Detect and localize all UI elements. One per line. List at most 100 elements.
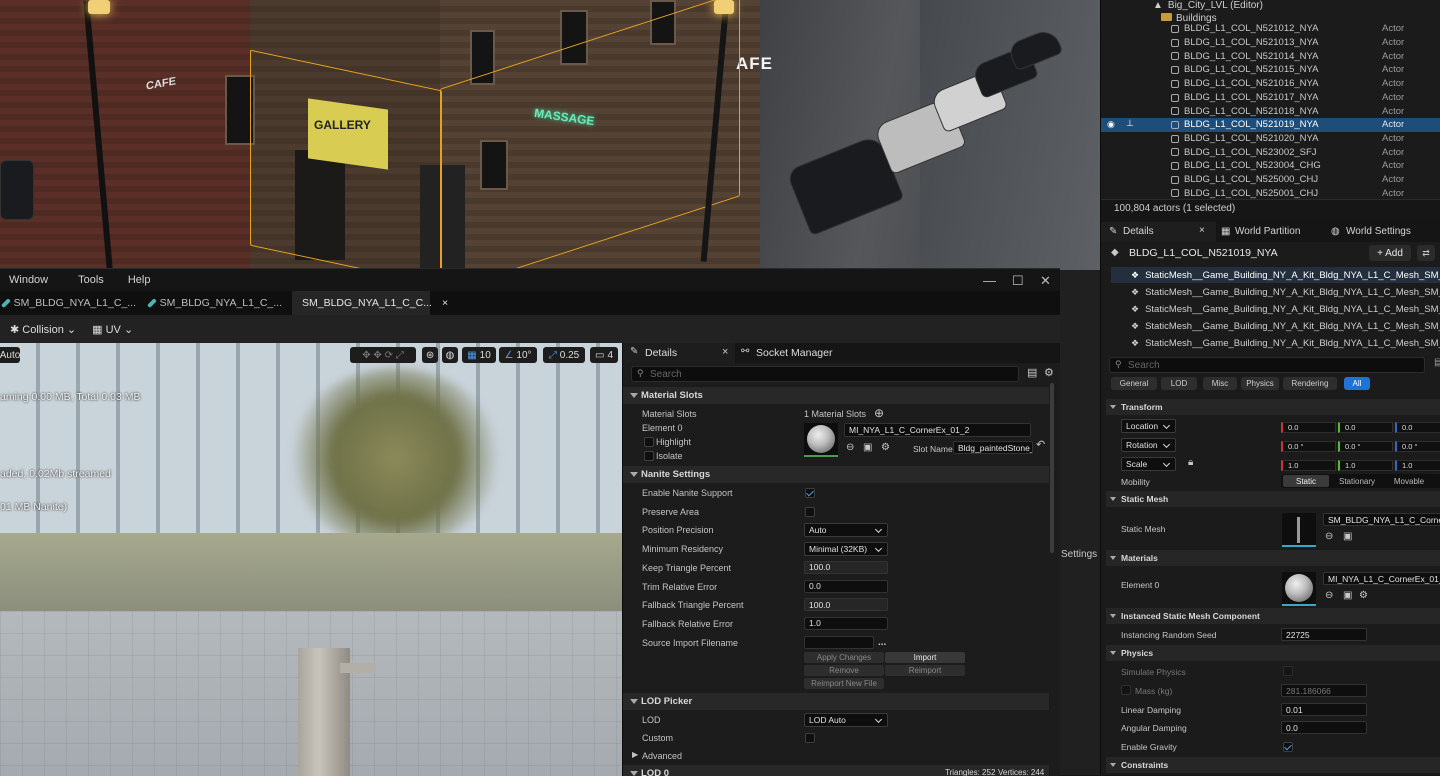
nanite-apply-changes-button[interactable]: Apply Changes bbox=[804, 652, 884, 663]
static-mesh-thumbnail[interactable] bbox=[1282, 513, 1316, 547]
outliner-row[interactable]: BLDG_L1_COL_N521012_NYA Actor bbox=[1101, 22, 1440, 36]
material-thumbnail[interactable] bbox=[804, 423, 838, 457]
static-mesh-picker[interactable]: SM_BLDG_NYA_L1_C_CornerEx_ bbox=[1323, 513, 1440, 526]
navigate-icon[interactable]: ⊖ bbox=[846, 442, 854, 453]
close-icon[interactable]: × bbox=[1199, 225, 1205, 236]
scale-dropdown[interactable]: Scale bbox=[1121, 457, 1176, 471]
nanite-checkbox[interactable] bbox=[805, 488, 815, 498]
outliner-row[interactable]: BLDG_L1_COL_N525000_CHJ Actor bbox=[1101, 173, 1440, 187]
table-view-icon[interactable]: ▤ bbox=[1434, 357, 1440, 368]
material-thumbnail[interactable] bbox=[1282, 572, 1316, 606]
advanced-row[interactable]: ▶ Advanced bbox=[623, 747, 1049, 765]
mesh-details-panel[interactable]: ✎ Details × ⚯ Socket Manager Search ⚲ ▤ … bbox=[622, 343, 1060, 776]
outliner-row[interactable]: BLDG_L1_COL_N521018_NYA Actor bbox=[1101, 104, 1440, 118]
rotation-z-input[interactable]: 0.0 ° bbox=[1395, 441, 1440, 452]
physics-section[interactable]: Physics bbox=[1106, 645, 1440, 661]
menu-window[interactable]: Window bbox=[0, 274, 57, 286]
browse-icon[interactable]: ▣ bbox=[863, 442, 872, 453]
nanite-dropdown[interactable]: Auto bbox=[804, 523, 888, 538]
tab-details[interactable]: ✎ Details × bbox=[1101, 222, 1216, 242]
component-item[interactable]: ❖ StaticMesh__Game_Building_NY_A_Kit_Bld… bbox=[1111, 284, 1440, 300]
rotation-dropdown[interactable]: Rotation bbox=[1121, 438, 1176, 452]
location-x-input[interactable]: 0.0 bbox=[1281, 422, 1336, 433]
custom-lod-checkbox[interactable] bbox=[805, 733, 815, 743]
mobility-stationary[interactable]: Stationary bbox=[1331, 475, 1383, 487]
static-mesh-editor-window[interactable]: Window Tools Help — ☐ ✕ SM_BLDG_NYA_L1_C… bbox=[0, 268, 1060, 776]
material-slots-section[interactable]: Material Slots bbox=[623, 387, 1049, 404]
asset-tab-2[interactable]: SM_BLDG_NYA_L1_C_... bbox=[146, 291, 292, 315]
rotation-snap-button[interactable]: ∠ 10° bbox=[499, 347, 537, 363]
options-icon[interactable]: ⚙︎ bbox=[881, 442, 890, 453]
tab-world-partition[interactable]: ▦ World Partition bbox=[1221, 222, 1321, 242]
nanite-import-button[interactable]: Import bbox=[885, 652, 965, 663]
rotation-x-input[interactable]: 0.0 ° bbox=[1281, 441, 1336, 452]
browse-file-icon[interactable]: ... bbox=[878, 637, 886, 648]
nanite-reimport-button[interactable]: Reimport bbox=[885, 665, 965, 676]
blueprint-icon[interactable]: ⇄ bbox=[1417, 245, 1435, 261]
nanite-value-input[interactable]: 0.0 bbox=[804, 579, 888, 593]
scrollbar[interactable] bbox=[1050, 383, 1054, 553]
view-mode-button[interactable]: Auto bbox=[0, 347, 20, 363]
outliner-row[interactable]: BLDG_L1_COL_N521017_NYA Actor bbox=[1101, 91, 1440, 105]
rotation-y-input[interactable]: 0.0 ° bbox=[1338, 441, 1393, 452]
world-local-icon[interactable]: ◍ bbox=[442, 347, 458, 363]
mobility-static[interactable]: Static bbox=[1283, 475, 1329, 487]
mobility-movable[interactable]: Movable bbox=[1385, 475, 1433, 487]
nanite-checkbox[interactable] bbox=[805, 506, 815, 517]
camera-speed-button[interactable]: ▭ 4 bbox=[590, 347, 618, 363]
lod-picker-section[interactable]: LOD Picker bbox=[623, 693, 1049, 710]
transform-section[interactable]: Transform bbox=[1106, 399, 1440, 415]
isolate-checkbox[interactable] bbox=[644, 451, 654, 461]
gear-icon[interactable]: ⚙︎ bbox=[1044, 366, 1054, 379]
component-item[interactable]: ❖ StaticMesh__Game_Building_NY_A_Kit_Bld… bbox=[1111, 318, 1440, 334]
browse-icon[interactable]: ▣ bbox=[1343, 590, 1352, 601]
location-dropdown[interactable]: Location bbox=[1121, 419, 1176, 433]
table-view-icon[interactable]: ▤ bbox=[1027, 366, 1037, 379]
materials-section[interactable]: Materials bbox=[1106, 550, 1440, 566]
outliner-row[interactable]: BLDG_L1_COL_N521015_NYA Actor bbox=[1101, 63, 1440, 77]
nanite-dropdown[interactable]: Minimal (32KB) bbox=[804, 542, 888, 557]
close-icon[interactable]: × bbox=[442, 297, 448, 309]
outliner-row[interactable]: BLDG_L1_COL_N521020_NYA Actor bbox=[1101, 132, 1440, 146]
source-filename-input[interactable] bbox=[804, 635, 874, 649]
random-seed-input[interactable]: 22725 bbox=[1281, 628, 1367, 641]
details-search-input[interactable]: Search bbox=[631, 366, 1019, 382]
menu-tools[interactable]: Tools bbox=[69, 274, 113, 286]
collision-menu[interactable]: ✱ Collision ⌄ bbox=[10, 323, 76, 336]
pin-icon[interactable]: ⊥ bbox=[1126, 118, 1134, 129]
outliner-row[interactable]: BLDG_L1_COL_N521016_NYA Actor bbox=[1101, 77, 1440, 91]
close-window-icon[interactable]: ✕ bbox=[1040, 273, 1051, 289]
add-slot-icon[interactable]: ⊕ bbox=[874, 406, 884, 420]
nanite-settings-section[interactable]: Nanite Settings bbox=[623, 466, 1049, 483]
scale-x-input[interactable]: 1.0 bbox=[1281, 460, 1336, 471]
nanite-remove-button[interactable]: Remove bbox=[804, 665, 884, 676]
level-row[interactable]: ▲ Big_City_LVL (Editor) bbox=[1153, 0, 1263, 11]
transform-tools[interactable]: ✥ ✥ ⟳ ⤢ bbox=[350, 347, 416, 363]
add-component-button[interactable]: + Add bbox=[1369, 245, 1411, 261]
tab-socket-manager[interactable]: ⚯ Socket Manager bbox=[741, 343, 861, 363]
material-picker[interactable]: MI_NYA_L1_C_CornerEx_01_2 bbox=[1323, 572, 1440, 585]
linear-damping-input[interactable]: 0.01 bbox=[1281, 703, 1367, 716]
reset-icon[interactable]: ↶ bbox=[1036, 438, 1045, 451]
scale-y-input[interactable]: 1.0 bbox=[1338, 460, 1393, 471]
navigate-icon[interactable]: ⊖ bbox=[1325, 531, 1333, 542]
nanite-value-input[interactable]: 100.0 bbox=[804, 560, 888, 574]
material-picker[interactable]: MI_NYA_L1_C_CornerEx_01_2 bbox=[844, 423, 1031, 437]
location-y-input[interactable]: 0.0 bbox=[1338, 422, 1393, 433]
highlight-checkbox[interactable] bbox=[644, 437, 654, 447]
filter-rendering[interactable]: Rendering bbox=[1283, 377, 1337, 390]
tab-world-settings[interactable]: ◍ World Settings bbox=[1331, 222, 1436, 242]
simulate-physics-checkbox[interactable] bbox=[1283, 666, 1293, 676]
close-icon[interactable]: × bbox=[722, 346, 728, 358]
component-item[interactable]: ❖ StaticMesh__Game_Building_NY_A_Kit_Bld… bbox=[1111, 301, 1440, 317]
component-item[interactable]: ❖ StaticMesh__Game_Building_NY_A_Kit_Bld… bbox=[1111, 335, 1440, 351]
eye-icon[interactable]: ◉ bbox=[1107, 119, 1115, 130]
mass-override-checkbox[interactable] bbox=[1121, 685, 1131, 695]
lod0-section[interactable]: LOD 0 Triangles: 252 Vertices: 244 bbox=[623, 765, 1049, 776]
filter-physics[interactable]: Physics bbox=[1241, 377, 1279, 390]
mesh-viewport[interactable]: Auto ✥ ✥ ⟳ ⤢ ⊛ ◍ ▦ 10 ∠ 10° ⤢ 0.25 ▭ 4 aming… bbox=[0, 343, 622, 776]
outliner-row[interactable]: ◉ ⊥ BLDG_L1_COL_N521019_NYA Actor bbox=[1101, 117, 1440, 132]
mass-input[interactable]: 281.186066 bbox=[1281, 684, 1367, 697]
details-search-input[interactable]: Search bbox=[1109, 357, 1425, 373]
scale-snap-button[interactable]: ⤢ 0.25 bbox=[543, 347, 585, 363]
